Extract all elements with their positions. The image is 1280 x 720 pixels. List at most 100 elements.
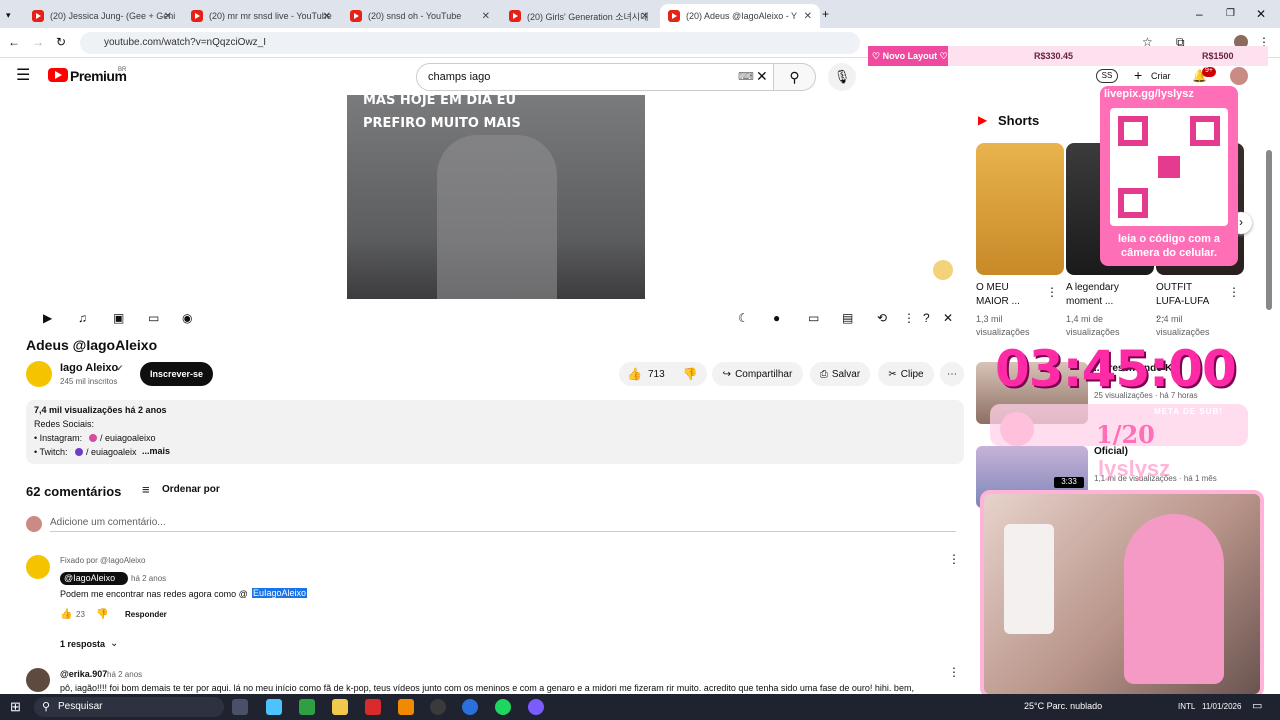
tab-search-icon[interactable]: ▾ [6,8,11,22]
youtube-favicon-icon [191,10,203,22]
task-view-icon[interactable] [232,699,248,715]
url-field[interactable]: youtube.com/watch?v=nQqzciOwz_I [80,32,860,54]
screenshot-icon[interactable]: ◉ [182,311,192,325]
lightbulb-icon[interactable]: ● [773,311,780,325]
minimize-icon[interactable]: – [1196,7,1203,21]
page-scrollbar[interactable] [1266,150,1272,310]
create-plus-icon[interactable]: + [1134,67,1142,83]
input-language[interactable]: INTL [1178,702,1195,711]
like-count[interactable]: 713 [648,369,665,380]
more-options-icon[interactable]: ⋮ [903,311,915,325]
save-button[interactable]: ⎙ Salvar [810,362,870,386]
comment-author-avatar[interactable] [26,668,50,692]
taskbar-search-text[interactable]: Pesquisar [58,701,102,712]
image-icon[interactable]: ▣ [113,311,124,325]
browser-tab-bar: ▾ (20) Jessica Jung- (Gee + Geni ✕ (20) m… [0,0,1280,28]
add-comment-input[interactable]: Adicione um comentário... [50,517,166,528]
windows-start-icon[interactable]: ⊞ [10,699,21,715]
browser-tab[interactable]: (20) mr mr snsd live - YouTube ✕ [183,4,339,28]
spotify-icon[interactable] [495,699,511,715]
comment-author[interactable]: @IagoAleixo [64,573,115,583]
comment-author-avatar[interactable] [26,555,50,579]
create-button-label[interactable]: Criar [1151,71,1171,81]
file-explorer-icon[interactable] [332,699,348,715]
search-input[interactable]: champs iago [416,63,774,91]
forward-icon[interactable]: → [32,35,44,49]
subtitles-icon[interactable]: ▭ [148,311,159,325]
sort-icon[interactable]: ≡ [142,482,150,497]
short-title[interactable]: O MEU MAIOR ... [976,281,1038,309]
copilot-icon[interactable] [266,699,282,715]
comment-author[interactable]: @erika.907 [60,669,107,679]
playlist-icon[interactable]: ▤ [842,311,853,325]
show-more-link[interactable]: ...mais [142,446,170,456]
youtube-logo-icon[interactable] [48,68,68,82]
browser-tab-active[interactable]: (20) Adeus @IagoAleixo - Y ✕ [660,4,820,28]
hamburger-menu-icon[interactable]: ☰ [16,68,30,84]
notification-center-icon[interactable]: ▭ [1252,699,1262,712]
search-button[interactable]: ⚲ [774,63,816,91]
store-icon[interactable] [299,699,315,715]
user-avatar[interactable] [1230,67,1248,85]
app-icon[interactable] [365,699,381,715]
sort-button[interactable]: Ordenar por [162,484,220,495]
short-menu-icon[interactable]: ⋮ [1046,285,1058,299]
date-text[interactable]: 11/01/2026 [1202,702,1241,711]
reply-button[interactable]: Responder [125,610,167,619]
close-tab-icon[interactable]: ✕ [323,11,331,22]
twitch-link[interactable]: / euiagoaleix [86,447,137,457]
new-tab-icon[interactable]: + [822,7,829,21]
browser-tab[interactable]: (20) Jessica Jung- (Gee + Geni ✕ [24,4,180,28]
voice-search-button[interactable]: 🎙 [828,63,856,91]
browser-tab[interactable]: (20) snsd oh - YouTube ✕ [342,4,498,28]
comment-highlighted-handle[interactable]: EuIagoAleixo [252,588,308,598]
audio-icon[interactable]: ♫ [78,311,87,325]
account-switch-badge[interactable]: SS [1096,69,1118,83]
more-actions-button[interactable]: ⋯ [940,362,964,386]
instagram-link[interactable]: / euiagoaleixo [100,433,156,443]
short-title[interactable]: A legendary moment ... [1066,281,1128,309]
maximize-icon[interactable]: ❐ [1226,7,1235,21]
comment-time[interactable]: há 2 anos [107,670,142,679]
chevron-down-icon[interactable]: ⌄ [110,638,118,649]
short-menu-icon[interactable]: ⋮ [1228,285,1240,299]
comment-dislike-icon[interactable]: 👎 [96,609,108,620]
share-button[interactable]: ↪ Compartilhar [712,362,803,386]
comment-menu-icon[interactable]: ⋮ [948,552,960,566]
dark-mode-icon[interactable]: ☾ [738,311,749,325]
like-icon[interactable]: 👍 [627,367,642,381]
watermark-handle: lyslysz [1098,456,1171,481]
close-tab-icon[interactable]: ✕ [804,11,812,22]
short-thumbnail[interactable] [976,143,1064,275]
channel-name[interactable]: Iago Aleixo [60,362,118,374]
close-tab-icon[interactable]: ✕ [482,11,490,22]
clear-search-icon[interactable]: ✕ [756,69,768,83]
weather-text[interactable]: 25°C Parc. nublado [1024,701,1102,711]
reload-icon[interactable]: ↻ [56,35,66,49]
close-toolbar-icon[interactable]: ✕ [943,311,953,325]
discord-icon[interactable] [528,699,544,715]
browser-tab[interactable]: (20) Girls' Generation 소녀시대 ✕ [501,4,657,28]
clip-button[interactable]: ✂ Clipe [878,362,934,386]
channel-avatar[interactable] [26,361,52,387]
close-window-icon[interactable]: ✕ [1256,7,1266,21]
subscribe-button[interactable]: Inscrever-se [140,362,213,386]
back-icon[interactable]: ← [8,35,20,49]
obs-icon[interactable] [430,699,446,715]
miniplayer-icon[interactable]: ▭ [808,311,819,325]
replies-toggle[interactable]: 1 resposta [60,639,105,649]
camera-record-icon[interactable]: ▶ [43,311,52,325]
tab-title: (20) Adeus @IagoAleixo - Y [686,11,798,21]
dislike-icon[interactable]: 👎 [683,367,698,381]
keyboard-icon[interactable]: ⌨ [738,70,754,84]
help-icon[interactable]: ? [923,311,930,325]
vlc-icon[interactable] [398,699,414,715]
tab-title: (20) mr mr snsd live - YouTube [209,11,332,21]
chrome-icon[interactable] [462,699,478,715]
comment-like-icon[interactable]: 👍 [60,609,72,620]
close-tab-icon[interactable]: ✕ [164,11,172,22]
comment-time[interactable]: há 2 anos [131,574,166,583]
comment-menu-icon[interactable]: ⋮ [948,665,960,679]
loop-icon[interactable]: ⟲ [877,311,887,325]
close-tab-icon[interactable]: ✕ [641,11,649,22]
